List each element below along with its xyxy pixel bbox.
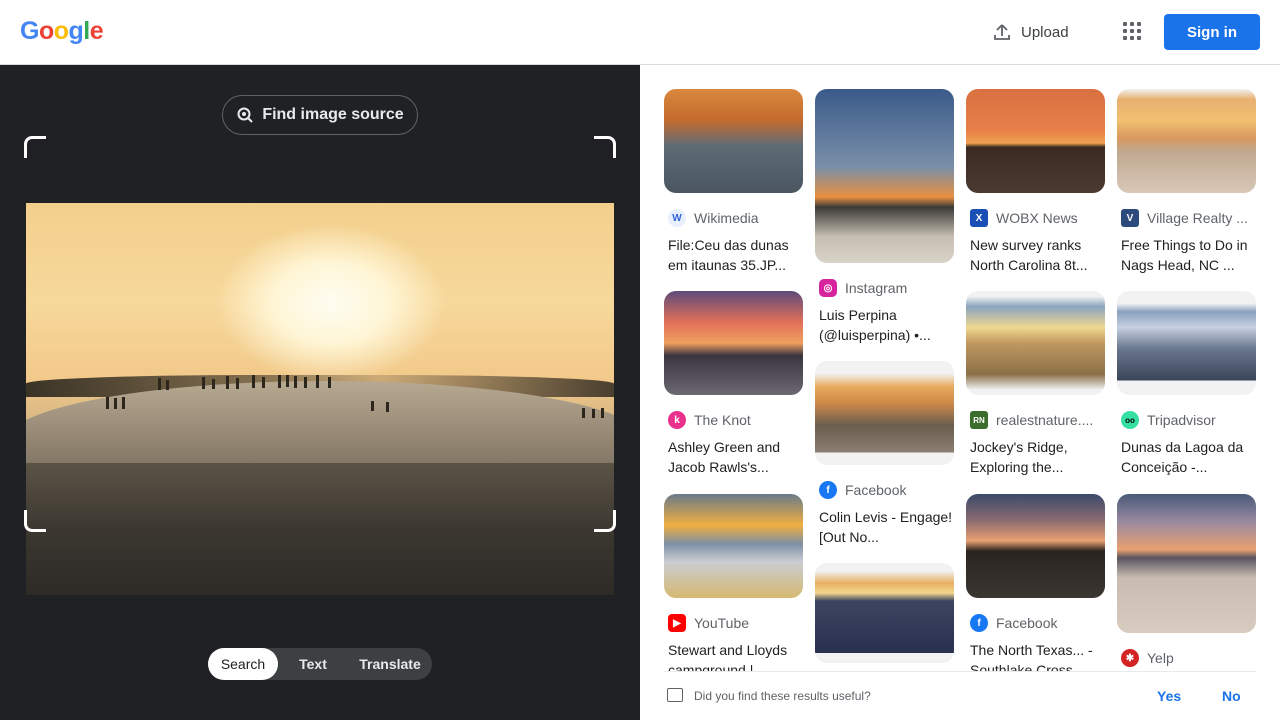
result-source: WOBX News: [996, 210, 1078, 226]
result-card[interactable]: k The Knot Ashley Green and Jacob Rawls's…: [664, 291, 803, 477]
result-thumbnail[interactable]: [815, 89, 954, 263]
result-card[interactable]: f Facebook The North Texas... - Southlake…: [966, 494, 1105, 680]
feedback-icon: [667, 688, 683, 702]
find-image-source-button[interactable]: Find image source: [222, 95, 418, 135]
feedback-question: Did you find these results useful?: [694, 689, 871, 703]
feedback-yes-button[interactable]: Yes: [1157, 688, 1181, 704]
upload-icon: [994, 24, 1010, 40]
the-knot-icon: k: [668, 411, 686, 429]
result-source: Facebook: [996, 615, 1058, 631]
crop-handle-bottom-left[interactable]: [24, 510, 46, 532]
result-source: Yelp: [1147, 650, 1174, 666]
crop-handle-bottom-right[interactable]: [594, 510, 616, 532]
result-card[interactable]: RN realestnature.... Jockey's Ridge, Expl…: [966, 291, 1105, 477]
feedback-bar: Did you find these results useful? Yes N…: [640, 672, 1280, 720]
facebook-icon: f: [970, 614, 988, 632]
result-card[interactable]: W Wikimedia File:Ceu das dunas em itaunas…: [664, 89, 803, 275]
upload-label: Upload: [1021, 23, 1069, 41]
logo-letter: o: [53, 17, 69, 45]
result-card[interactable]: f Facebook Colin Levis - Engage! [Out No.…: [815, 361, 954, 547]
visual-matches-panel: W Wikimedia File:Ceu das dunas em itaunas…: [640, 65, 1280, 720]
logo-letter: g: [68, 17, 84, 45]
tab-search[interactable]: Search: [208, 648, 278, 680]
youtube-icon: ▶: [668, 614, 686, 632]
result-source: Facebook: [845, 482, 907, 498]
result-card[interactable]: X WOBX News New survey ranks North Caroli…: [966, 89, 1105, 275]
result-title[interactable]: Free Things to Do in Nags Head, NC ...: [1121, 235, 1256, 275]
yelp-icon: ✱: [1121, 649, 1139, 667]
lens-image-pane: Find image source Search Text Translate: [0, 65, 640, 720]
result-thumbnail[interactable]: [1117, 89, 1256, 193]
tab-translate[interactable]: Translate: [348, 648, 432, 680]
facebook-icon: f: [819, 481, 837, 499]
result-source: The Knot: [694, 412, 751, 428]
feedback-no-button[interactable]: No: [1222, 688, 1241, 704]
instagram-icon: ◎: [819, 279, 837, 297]
result-source: Instagram: [845, 280, 908, 296]
logo-letter: o: [38, 17, 54, 45]
result-card[interactable]: ▶ YouTube Stewart and Lloyds campground |…: [664, 494, 803, 680]
result-source: Wikimedia: [694, 210, 759, 226]
google-logo[interactable]: Google: [20, 17, 104, 46]
tripadvisor-icon: oo: [1121, 411, 1139, 429]
result-card[interactable]: oo Tripadvisor Dunas da Lagoa da Conceiçã…: [1117, 291, 1256, 477]
result-title[interactable]: Colin Levis - Engage! [Out No...: [819, 507, 954, 547]
wikimedia-icon: W: [668, 209, 686, 227]
find-image-source-label: Find image source: [262, 106, 404, 123]
result-thumbnail[interactable]: [1117, 291, 1256, 395]
result-source: YouTube: [694, 615, 750, 631]
crop-handle-top-right[interactable]: [594, 136, 616, 158]
logo-letter: e: [89, 17, 104, 45]
result-card[interactable]: V Village Realty ... Free Things to Do in…: [1117, 89, 1256, 275]
result-title[interactable]: Dunas da Lagoa da Conceição -...: [1121, 437, 1256, 477]
query-image: [26, 203, 614, 595]
result-thumbnail[interactable]: [664, 291, 803, 395]
wobx-news-icon: X: [970, 209, 988, 227]
result-card[interactable]: ✱ Yelp: [1117, 494, 1256, 667]
lens-search-icon: [237, 107, 254, 123]
result-source: Village Realty ...: [1147, 210, 1248, 226]
result-card[interactable]: ◎ Instagram Luis Perpina (@luisperpina) •…: [815, 89, 954, 345]
result-thumbnail[interactable]: [1117, 494, 1256, 633]
result-title[interactable]: Luis Perpina (@luisperpina) •...: [819, 305, 954, 345]
result-thumbnail[interactable]: [664, 89, 803, 193]
result-title[interactable]: File:Ceu das dunas em itaunas 35.JP...: [668, 235, 803, 275]
tab-text[interactable]: Text: [278, 648, 348, 680]
top-bar: Google Upload Sign in: [0, 0, 1280, 65]
result-card[interactable]: [815, 563, 954, 663]
result-title[interactable]: Jockey's Ridge, Exploring the...: [970, 437, 1105, 477]
realestnature-icon: RN: [970, 411, 988, 429]
result-source: Tripadvisor: [1147, 412, 1216, 428]
apps-grid-icon[interactable]: [1120, 19, 1144, 43]
upload-button[interactable]: Upload: [992, 20, 1069, 44]
result-thumbnail[interactable]: [664, 494, 803, 598]
result-title[interactable]: New survey ranks North Carolina 8t...: [970, 235, 1105, 275]
crop-handle-top-left[interactable]: [24, 136, 46, 158]
sign-in-button[interactable]: Sign in: [1164, 14, 1260, 50]
logo-letter: G: [20, 17, 39, 45]
result-thumbnail[interactable]: [966, 291, 1105, 395]
village-realty-icon: V: [1121, 209, 1139, 227]
result-thumbnail[interactable]: [815, 563, 954, 663]
lens-mode-switcher: Search Text Translate: [208, 648, 432, 680]
result-thumbnail[interactable]: [966, 89, 1105, 193]
result-thumbnail[interactable]: [815, 361, 954, 465]
result-title[interactable]: Ashley Green and Jacob Rawls's...: [668, 437, 803, 477]
result-source: realestnature....: [996, 412, 1094, 428]
result-thumbnail[interactable]: [966, 494, 1105, 598]
